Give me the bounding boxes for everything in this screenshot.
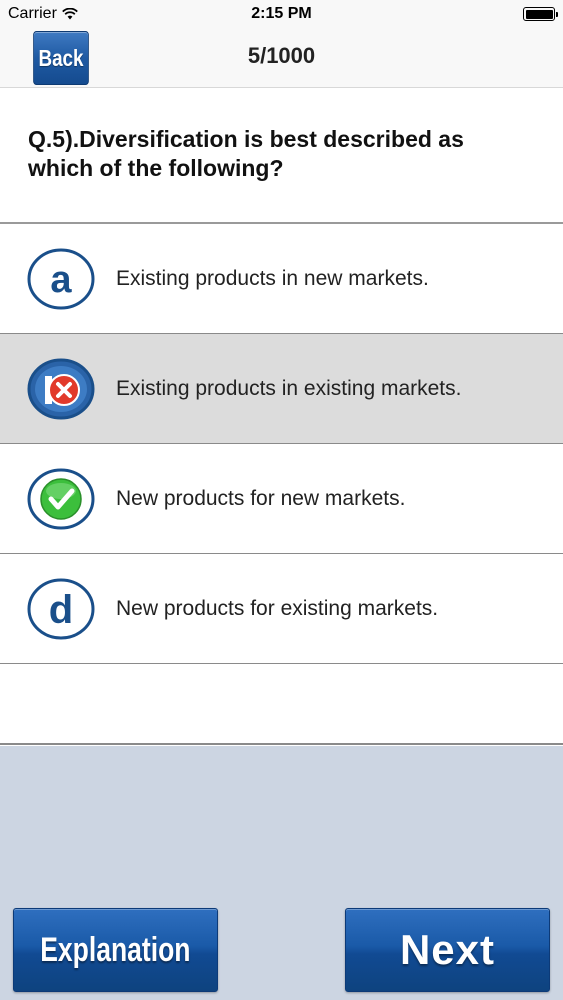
- option-c-text: New products for new markets.: [116, 487, 406, 510]
- option-d[interactable]: d New products for existing markets.: [0, 554, 563, 664]
- option-c[interactable]: New products for new markets.: [0, 444, 563, 554]
- question-text: Q.5).Diversification is best described a…: [28, 126, 464, 181]
- svg-text:a: a: [50, 259, 72, 301]
- letter-d-icon: d: [27, 578, 95, 640]
- question-panel: Q.5).Diversification is best described a…: [0, 88, 563, 224]
- next-button[interactable]: Next: [345, 908, 550, 992]
- explanation-label: Explanation: [40, 930, 191, 969]
- next-label: Next: [399, 926, 496, 973]
- option-a-text: Existing products in new markets.: [116, 267, 429, 290]
- option-a[interactable]: a Existing products in new markets.: [0, 224, 563, 334]
- correct-check-icon: [27, 468, 95, 530]
- option-d-text: New products for existing markets.: [116, 597, 439, 620]
- letter-a-icon: a: [27, 248, 95, 310]
- blank-area: [0, 665, 563, 745]
- answer-options: a Existing products in new markets. Exis…: [0, 224, 563, 664]
- question-progress: 5/1000: [247, 43, 316, 68]
- incorrect-icon: [27, 358, 95, 420]
- battery-icon: [523, 7, 558, 21]
- svg-text:d: d: [49, 588, 73, 632]
- status-bar: Carrier 2:15 PM: [0, 0, 563, 28]
- explanation-button[interactable]: Explanation: [13, 908, 218, 992]
- nav-bar: Back 5/1000: [0, 28, 563, 88]
- status-time: 2:15 PM: [251, 5, 312, 22]
- option-b-text: Existing products in existing markets.: [116, 377, 462, 400]
- option-b[interactable]: Existing products in existing markets.: [0, 334, 563, 444]
